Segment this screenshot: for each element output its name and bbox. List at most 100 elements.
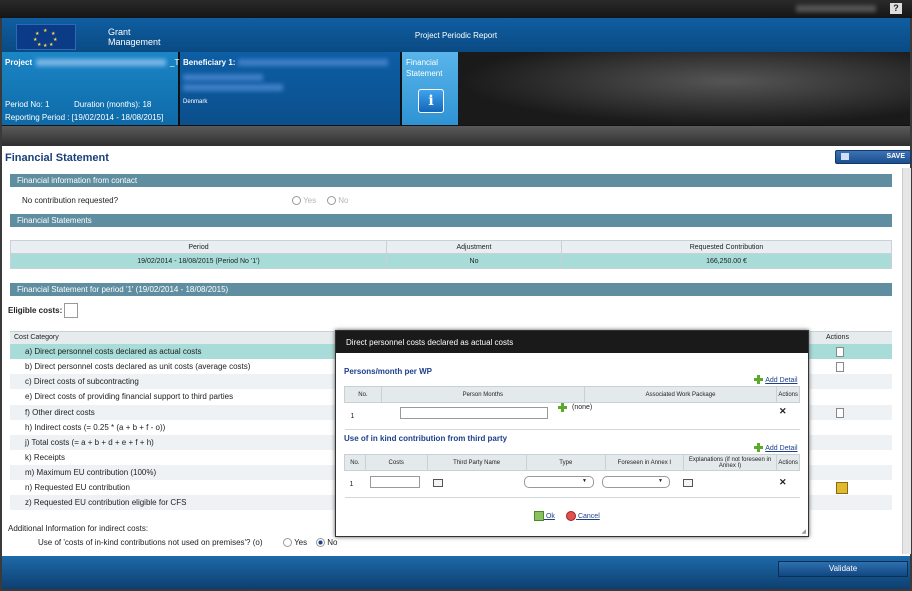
cost-row-label: f) Other direct costs — [25, 408, 95, 417]
modal-title: Direct personnel costs declared as actua… — [346, 338, 514, 347]
modal-title-bar: Direct personnel costs declared as actua… — [336, 331, 808, 353]
col-work-package: Associated Work Package — [583, 386, 778, 403]
financial-tab-line1: Financial — [406, 58, 439, 67]
project-label: Project — [5, 58, 33, 67]
add-icon — [754, 443, 763, 453]
row-number: 1 — [344, 470, 366, 498]
direct-costs-modal: Direct personnel costs declared as actua… — [335, 330, 809, 537]
eligible-costs-label: Eligible costs: — [8, 306, 63, 315]
add-detail-inkind[interactable]: Add Detail — [754, 443, 798, 453]
financial-statement-tab[interactable]: Financial Statement i — [402, 52, 458, 125]
nav-bar — [2, 126, 910, 146]
person-months-input[interactable] — [400, 407, 548, 419]
col-no: No. — [344, 386, 382, 403]
project-suffix: _T — [170, 58, 180, 67]
col-no: No. — [344, 454, 366, 471]
persons-month-title: Persons/month per WP — [344, 367, 433, 376]
ok-button[interactable]: Ok — [534, 511, 555, 521]
top-bar: ? — [0, 0, 912, 18]
table-row[interactable]: 19/02/2014 - 18/08/2015 (Period No '1') … — [10, 253, 892, 269]
section-financial-statements: Financial Statements — [10, 214, 892, 227]
beneficiary-label: Beneficiary 1: — [183, 58, 236, 67]
foreseen-select[interactable]: ▼ — [602, 476, 670, 488]
explanations-cell — [683, 470, 777, 498]
no-contribution-question: No contribution requested? — [22, 196, 119, 205]
document-icon[interactable] — [64, 303, 78, 318]
validate-button[interactable]: Validate — [778, 561, 908, 577]
app-title: Project Periodic Report — [414, 31, 498, 40]
help-icon[interactable]: ? — [890, 3, 902, 14]
beneficiary-address-blurred — [183, 84, 283, 91]
edit-doc-icon[interactable] — [836, 362, 844, 372]
edit-doc-icon[interactable] — [836, 408, 844, 418]
beneficiary-country: Denmark — [183, 99, 208, 105]
footer-bar: Validate — [2, 556, 910, 589]
period-number: Period No: 1 — [5, 100, 50, 109]
cost-row-label: z) Requested EU contribution eligible fo… — [25, 498, 187, 507]
info-icon[interactable]: i — [418, 89, 444, 113]
radio-yes[interactable] — [283, 538, 292, 548]
section-contact-info: Financial information from contact — [10, 174, 892, 187]
no-label: No — [327, 538, 338, 547]
cost-row-label: n) Requested EU contribution — [25, 483, 130, 492]
reporting-period: Reporting Period : [19/02/2014 - 18/08/2… — [5, 113, 164, 122]
costs-input[interactable] — [370, 476, 420, 488]
work-package-value: (none) — [572, 404, 593, 411]
col-actions: Actions — [826, 334, 849, 341]
col-adjustment: Adjustment — [386, 240, 562, 254]
inkind-no-option[interactable]: No — [316, 538, 338, 548]
cost-row-label: k) Receipts — [25, 453, 66, 462]
cost-row-label: m) Maximum EU contribution (100%) — [25, 468, 157, 477]
duration: Duration (months): 18 — [74, 100, 152, 109]
resize-handle-icon[interactable]: ◢ — [801, 528, 806, 535]
delete-icon[interactable]: ✕ — [779, 406, 787, 417]
col-person-months: Person Months — [380, 386, 585, 403]
delete-icon[interactable]: ✕ — [779, 477, 787, 488]
cancel-button[interactable]: Cancel — [566, 511, 600, 521]
section-title: Financial information from contact — [17, 176, 138, 185]
save-button[interactable]: SAVE — [835, 150, 911, 164]
pencil-edit-icon[interactable] — [836, 482, 848, 494]
add-icon — [754, 375, 763, 385]
save-label: SAVE — [886, 153, 905, 160]
additional-info-title: Additional Information for indirect cost… — [8, 524, 149, 533]
type-select[interactable]: ▼ — [524, 476, 594, 488]
project-name-blurred — [36, 59, 166, 66]
no-label: No — [338, 196, 349, 205]
cost-row-label: e) Direct costs of providing financial s… — [25, 392, 234, 401]
cost-row-label: c) Direct costs of subcontracting — [25, 377, 139, 386]
inkind-yes-option[interactable]: Yes — [283, 538, 308, 548]
col-explanations: Explanations (if not foreseen in Annex I… — [682, 454, 778, 471]
add-detail-label: Add Detail — [765, 377, 798, 384]
cancel-icon — [566, 511, 576, 521]
cost-row-label: a) Direct personnel costs declared as ac… — [25, 347, 202, 356]
scrollbar[interactable] — [902, 168, 911, 554]
work-package-cell — [584, 402, 777, 430]
yes-label: Yes — [294, 538, 308, 547]
financial-tab-line2: Statement — [406, 69, 443, 78]
section-title: Financial Statements — [17, 216, 92, 225]
add-detail-label: Add Detail — [765, 445, 798, 452]
cost-row-label: b) Direct personnel costs declared as un… — [25, 362, 251, 371]
project-info-panel: Project _T Period No: 1 Duration (months… — [2, 52, 180, 125]
col-requested-contribution: Requested Contribution — [561, 240, 892, 254]
save-icon — [841, 153, 849, 160]
select-wp-button[interactable] — [558, 403, 567, 413]
add-detail-persons[interactable]: Add Detail — [754, 375, 798, 385]
edit-doc-icon[interactable] — [836, 347, 844, 357]
cancel-label: Cancel — [577, 512, 600, 520]
radio-no-disabled — [327, 196, 336, 206]
beneficiary-name-blurred — [238, 59, 388, 66]
cost-row-label: j) Total costs (= a + b + d + e + f + h) — [25, 438, 154, 447]
third-party-picker-icon[interactable] — [433, 479, 443, 487]
explanations-edit-icon[interactable] — [683, 479, 693, 487]
col-cost-category: Cost Category — [14, 334, 59, 341]
no-contribution-yes: Yes — [292, 196, 317, 206]
radio-no-selected[interactable] — [316, 538, 325, 548]
section-title: Financial Statement for period '1' (19/0… — [17, 285, 229, 294]
title-bar: ★ ★ ★ ★ ★ ★ ★ ★ Grant Management Project Peri… — [2, 18, 910, 52]
col-costs: Costs — [364, 454, 428, 471]
report-header: Project _T Period No: 1 Duration (months… — [2, 52, 910, 126]
financial-statements-table: Period Adjustment Requested Contribution… — [10, 240, 892, 269]
yes-label: Yes — [303, 196, 317, 205]
